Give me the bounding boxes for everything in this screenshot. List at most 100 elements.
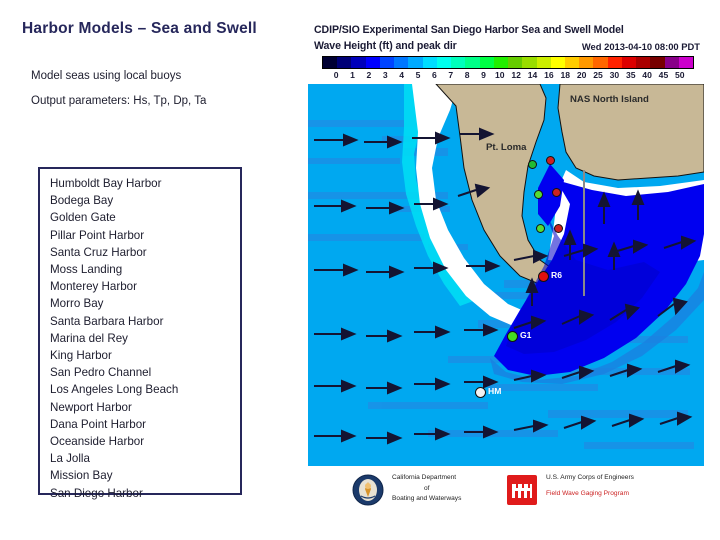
list-item[interactable]: La Jolla — [50, 450, 240, 467]
colorbar-cell — [636, 57, 651, 68]
colorbar-tick: 14 — [527, 70, 538, 80]
colorbar-cell — [379, 57, 395, 68]
bullet-output-parameters: Output parameters: Hs, Tp, Dp, Ta — [31, 95, 207, 107]
colorbar-cell — [536, 57, 551, 68]
list-item[interactable]: Golden Gate — [50, 209, 240, 226]
colorbar-cell — [365, 57, 380, 68]
map-bathymetry-svg — [308, 84, 704, 466]
colorbar-cell — [522, 57, 537, 68]
colorbar-tick-labels: 0 1 2 3 4 5 6 7 8 9 10 12 14 16 18 20 25 30 35 40 45 50 — [322, 70, 694, 82]
map-title: CDIP/SIO Experimental San Diego Harbor S… — [314, 24, 624, 36]
colorbar-cell — [337, 57, 352, 68]
colorbar-tick: 0 — [333, 70, 339, 80]
colorbar-tick: 25 — [593, 70, 603, 80]
colorbar-tick: 12 — [511, 70, 521, 80]
colorbar-tick: 7 — [448, 70, 454, 80]
list-item[interactable]: King Harbor — [50, 347, 240, 364]
harbor-list-box: Humboldt Bay Harbor Bodega Bay Golden Gate… — [38, 167, 242, 500]
list-item[interactable]: Santa Barbara Harbor — [50, 313, 240, 330]
usace-logo-text: U.S. Army Corps of Engineers Field Wave … — [546, 473, 634, 499]
nav-dot-red-1[interactable] — [546, 156, 555, 165]
cdbw-line-2: of — [423, 484, 430, 492]
cdbw-line-3: Boating and Waterways — [392, 495, 462, 502]
colorbar-cell — [607, 57, 622, 68]
colorbar-cell — [579, 57, 594, 68]
list-item[interactable]: Los Angeles Long Beach — [50, 381, 240, 398]
map-header: CDIP/SIO Experimental San Diego Harbor S… — [308, 18, 704, 80]
colorbar-tick: 8 — [464, 70, 470, 80]
map-timestamp: Wed 2013-04-10 08:00 PDT — [581, 41, 700, 52]
colorbar-tick: 2 — [366, 70, 372, 80]
station-hm-marker[interactable] — [475, 387, 486, 398]
colorbar-cell — [508, 57, 523, 68]
colorbar-cell — [394, 57, 409, 68]
station-r6-label: R6 — [551, 270, 562, 280]
colorbar-tick: 30 — [609, 70, 620, 80]
station-g1-label: G1 — [520, 330, 532, 340]
list-item[interactable]: San Pedro Channel — [50, 364, 240, 381]
colorbar-tick: 35 — [625, 70, 636, 80]
wave-height-colorbar — [322, 56, 694, 69]
colorbar-cell — [465, 57, 480, 68]
colorbar-tick: 9 — [481, 70, 486, 80]
colorbar-tick: 10 — [495, 70, 505, 80]
colorbar-cell — [436, 57, 452, 68]
usace-line-2: Field Wave Gaging Program — [546, 489, 629, 497]
map-footer: California Department of Boating and Wat… — [308, 466, 704, 514]
colorbar-cell — [550, 57, 565, 68]
nav-dot-green-2[interactable] — [534, 190, 543, 199]
page-title: Harbor Models – Sea and Swell — [22, 20, 257, 37]
cdbw-seal-icon — [352, 474, 384, 506]
list-item[interactable]: Bodega Bay — [50, 192, 240, 209]
colorbar-cell — [351, 57, 366, 68]
list-item[interactable]: Moss Landing — [50, 261, 240, 278]
colorbar-cell — [678, 57, 694, 68]
colorbar-cell — [564, 57, 580, 68]
station-g1-marker[interactable] — [507, 331, 518, 342]
colorbar-tick: 40 — [642, 70, 652, 80]
colorbar-tick: 20 — [576, 70, 587, 80]
list-item[interactable]: Marina del Rey — [50, 330, 240, 347]
list-item[interactable]: San Diego Harbor — [50, 485, 240, 502]
colorbar-tick: 1 — [350, 70, 355, 80]
colorbar-tick: 18 — [560, 70, 571, 80]
list-item[interactable]: Humboldt Bay Harbor — [50, 175, 240, 192]
harbor-model-map-figure: CDIP/SIO Experimental San Diego Harbor S… — [308, 18, 704, 514]
colorbar-cell — [451, 57, 466, 68]
list-item[interactable]: Morro Bay — [50, 295, 240, 312]
colorbar-cell — [408, 57, 423, 68]
colorbar-cell — [422, 57, 437, 68]
nav-dot-green-3[interactable] — [536, 224, 545, 233]
colorbar-tick: 4 — [399, 70, 405, 80]
colorbar-tick: 3 — [382, 70, 388, 80]
nav-dot-red-3[interactable] — [554, 224, 563, 233]
station-hm-label: HM — [488, 386, 502, 396]
list-item[interactable]: Monterey Harbor — [50, 278, 240, 295]
colorbar-cell — [323, 57, 338, 68]
bullet-model-seas: Model seas using local buoys — [31, 70, 182, 82]
colorbar-tick: 5 — [415, 70, 421, 80]
station-r6-marker[interactable] — [538, 271, 549, 282]
list-item[interactable]: Pillar Point Harbor — [50, 227, 240, 244]
colorbar-tick: 45 — [658, 70, 669, 80]
colorbar-cell — [479, 57, 494, 68]
list-item[interactable]: Dana Point Harbor — [50, 416, 240, 433]
colorbar-cell — [650, 57, 665, 68]
colorbar-tick: 50 — [675, 70, 685, 80]
nav-dot-red-2[interactable] — [552, 188, 561, 197]
list-item[interactable]: Mission Bay — [50, 467, 240, 484]
usace-line-1: U.S. Army Corps of Engineers — [546, 474, 634, 481]
colorbar-cell — [493, 57, 509, 68]
colorbar-tick: 6 — [431, 70, 437, 80]
cdbw-logo-text: California Department of Boating and Wat… — [392, 473, 461, 505]
colorbar-tick: 16 — [544, 70, 554, 80]
cdbw-line-1: California Department — [392, 474, 457, 481]
nav-dot-green-1[interactable] — [528, 160, 537, 169]
map-canvas[interactable]: Pt. Loma NAS North Island R6 G1 HM — [308, 84, 704, 466]
map-subtitle: Wave Height (ft) and peak dir — [314, 40, 457, 52]
list-item[interactable]: Newport Harbor — [50, 399, 240, 416]
colorbar-cell — [621, 57, 637, 68]
list-item[interactable]: Santa Cruz Harbor — [50, 244, 240, 261]
usace-castle-icon — [507, 475, 537, 505]
list-item[interactable]: Oceanside Harbor — [50, 433, 240, 450]
